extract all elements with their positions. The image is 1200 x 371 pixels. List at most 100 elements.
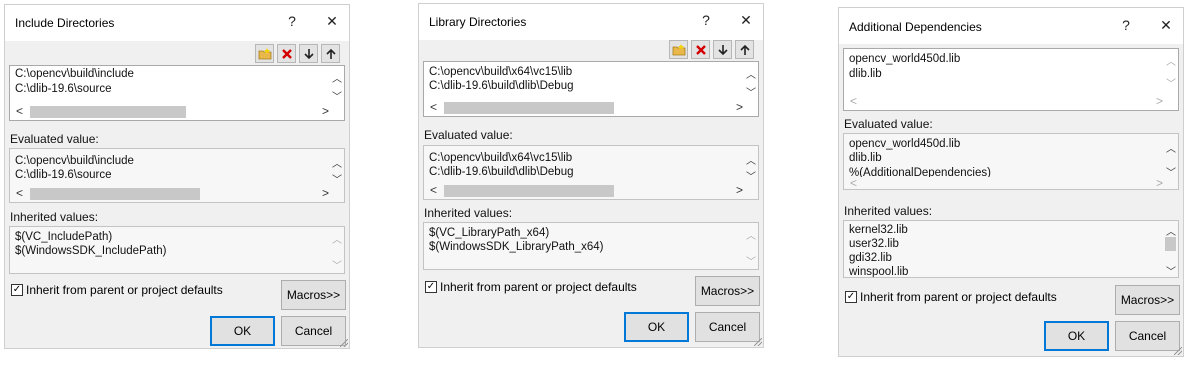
- evaluated-value-box: C:\opencv\build\include C:\dlib-19.6\sou…: [9, 148, 345, 203]
- scroll-right-icon[interactable]: >: [322, 104, 329, 118]
- inherit-checkbox-label[interactable]: Inherit from parent or project defaults: [26, 283, 223, 297]
- list-item: dlib.lib: [849, 152, 882, 164]
- scroll-right-icon: >: [1156, 176, 1164, 190]
- move-up-button[interactable]: [321, 44, 340, 63]
- list-item: C:\dlib-19.6\build\dlib\Debug: [429, 166, 574, 178]
- scroll-right-icon[interactable]: >: [736, 183, 743, 197]
- ok-button[interactable]: OK: [1044, 321, 1109, 351]
- scroll-up-icon[interactable]: ︿: [332, 155, 342, 170]
- vertical-scrollbar-thumb[interactable]: [1165, 237, 1176, 251]
- library-directories-dialog: Library Directories ? ✕ C:\opencv\build\…: [418, 3, 764, 348]
- close-button[interactable]: ✕: [321, 13, 343, 30]
- macros-button[interactable]: Macros>>: [1115, 285, 1180, 315]
- scroll-down-icon: ﹀: [1166, 79, 1176, 90]
- inherited-values-box: $(VC_IncludePath) $(WindowsSDK_IncludePa…: [9, 226, 345, 274]
- scroll-up-icon[interactable]: ︿: [746, 66, 756, 81]
- new-line-button[interactable]: [255, 44, 274, 63]
- new-line-button[interactable]: [669, 40, 688, 59]
- scroll-left-icon[interactable]: <: [430, 183, 437, 197]
- cancel-button[interactable]: Cancel: [695, 312, 760, 342]
- scroll-down-icon[interactable]: ﹀: [332, 88, 342, 103]
- evaluated-value-label: Evaluated value:: [424, 128, 513, 142]
- scroll-up-icon[interactable]: ︿: [1166, 223, 1176, 238]
- ok-button[interactable]: OK: [624, 312, 689, 342]
- directory-edit-box[interactable]: C:\opencv\build\include C:\dlib-19.6\sou…: [9, 65, 345, 121]
- inherit-checkbox-label[interactable]: Inherit from parent or project defaults: [440, 280, 637, 294]
- list-item[interactable]: C:\opencv\build\x64\vc15\lib: [429, 66, 572, 78]
- resize-grip[interactable]: [340, 339, 348, 347]
- additional-dependencies-dialog: Additional Dependencies ? ✕ opencv_world…: [838, 7, 1184, 357]
- scroll-left-icon[interactable]: <: [16, 104, 23, 118]
- list-item: $(VC_IncludePath): [15, 231, 113, 243]
- help-button[interactable]: ?: [1115, 17, 1137, 33]
- scroll-down-icon: ﹀: [746, 257, 756, 268]
- scroll-down-icon[interactable]: ﹀: [746, 168, 756, 183]
- evaluated-value-label: Evaluated value:: [10, 132, 99, 146]
- scroll-up-icon: ︿: [746, 231, 756, 242]
- new-folder-icon: [672, 44, 685, 56]
- macros-button[interactable]: Macros>>: [281, 280, 346, 310]
- list-item[interactable]: C:\opencv\build\include: [15, 68, 134, 80]
- dependencies-edit-box[interactable]: opencv_world450d.lib dlib.lib ︿ ﹀ < >: [843, 48, 1179, 111]
- inherit-checkbox[interactable]: ✓: [845, 291, 857, 303]
- ok-button[interactable]: OK: [210, 316, 275, 346]
- close-button[interactable]: ✕: [735, 12, 757, 29]
- list-item[interactable]: C:\dlib-19.6\build\dlib\Debug: [429, 80, 573, 92]
- resize-grip[interactable]: [754, 338, 762, 346]
- title-bar: Additional Dependencies ? ✕: [839, 8, 1183, 44]
- horizontal-scrollbar-thumb[interactable]: [30, 188, 200, 200]
- scroll-up-icon[interactable]: ︿: [1166, 140, 1176, 155]
- help-button[interactable]: ?: [281, 13, 303, 29]
- delete-button[interactable]: [691, 40, 710, 59]
- resize-grip[interactable]: [1174, 347, 1182, 355]
- scroll-up-icon: ︿: [1166, 57, 1176, 68]
- list-item: $(WindowsSDK_IncludePath): [15, 245, 167, 257]
- scroll-right-icon: >: [1156, 94, 1164, 108]
- list-item: gdi32.lib: [849, 252, 892, 264]
- scroll-down-icon: ﹀: [332, 261, 342, 272]
- scroll-down-icon[interactable]: ﹀: [332, 171, 342, 186]
- scroll-right-icon[interactable]: >: [322, 186, 329, 200]
- scroll-up-icon[interactable]: ︿: [332, 70, 342, 85]
- list-item[interactable]: opencv_world450d.lib: [849, 53, 960, 65]
- help-button[interactable]: ?: [695, 12, 717, 28]
- move-down-button[interactable]: [713, 40, 732, 59]
- scroll-left-icon[interactable]: <: [16, 186, 23, 200]
- scroll-up-icon[interactable]: ︿: [746, 152, 756, 167]
- move-up-button[interactable]: [735, 40, 754, 59]
- directory-edit-box[interactable]: C:\opencv\build\x64\vc15\lib C:\dlib-19.…: [423, 61, 759, 117]
- list-item: C:\dlib-19.6\source: [15, 169, 112, 181]
- title-bar: Include Directories ? ✕: [5, 5, 349, 41]
- cancel-button[interactable]: Cancel: [1115, 321, 1180, 351]
- inherited-values-label: Inherited values:: [424, 206, 513, 220]
- list-item: opencv_world450d.lib: [849, 138, 961, 150]
- inherit-checkbox[interactable]: ✓: [425, 281, 437, 293]
- horizontal-scrollbar-thumb[interactable]: [444, 102, 614, 114]
- list-item[interactable]: C:\dlib-19.6\source: [15, 83, 112, 95]
- close-button[interactable]: ✕: [1155, 17, 1177, 34]
- include-directories-dialog: Include Directories ? ✕ C:\opencv\build\…: [4, 4, 350, 349]
- scroll-left-icon[interactable]: <: [430, 100, 437, 114]
- arrow-up-icon: [739, 44, 750, 55]
- scroll-down-icon[interactable]: ﹀: [746, 84, 756, 99]
- arrow-down-icon: [717, 45, 728, 56]
- move-down-button[interactable]: [299, 44, 318, 63]
- macros-button[interactable]: Macros>>: [695, 276, 760, 306]
- scroll-down-icon[interactable]: ﹀: [1166, 263, 1176, 277]
- list-item[interactable]: dlib.lib: [849, 68, 882, 80]
- delete-button[interactable]: [277, 44, 296, 63]
- list-item: $(WindowsSDK_LibraryPath_x64): [429, 241, 604, 253]
- evaluated-value-box: opencv_world450d.lib dlib.lib %(Addition…: [843, 133, 1179, 190]
- cancel-button[interactable]: Cancel: [281, 316, 346, 346]
- inherit-checkbox[interactable]: ✓: [11, 284, 23, 296]
- arrow-up-icon: [325, 48, 336, 59]
- horizontal-scrollbar-thumb[interactable]: [444, 185, 614, 197]
- dialog-title: Additional Dependencies: [849, 20, 982, 34]
- scroll-right-icon[interactable]: >: [736, 100, 743, 114]
- list-item: $(VC_LibraryPath_x64): [429, 227, 550, 239]
- dialog-title: Include Directories: [15, 16, 115, 30]
- title-bar: Library Directories ? ✕: [419, 4, 763, 40]
- inherit-checkbox-label[interactable]: Inherit from parent or project defaults: [860, 290, 1057, 304]
- scroll-down-icon[interactable]: ﹀: [1166, 164, 1176, 179]
- horizontal-scrollbar-thumb[interactable]: [30, 106, 186, 118]
